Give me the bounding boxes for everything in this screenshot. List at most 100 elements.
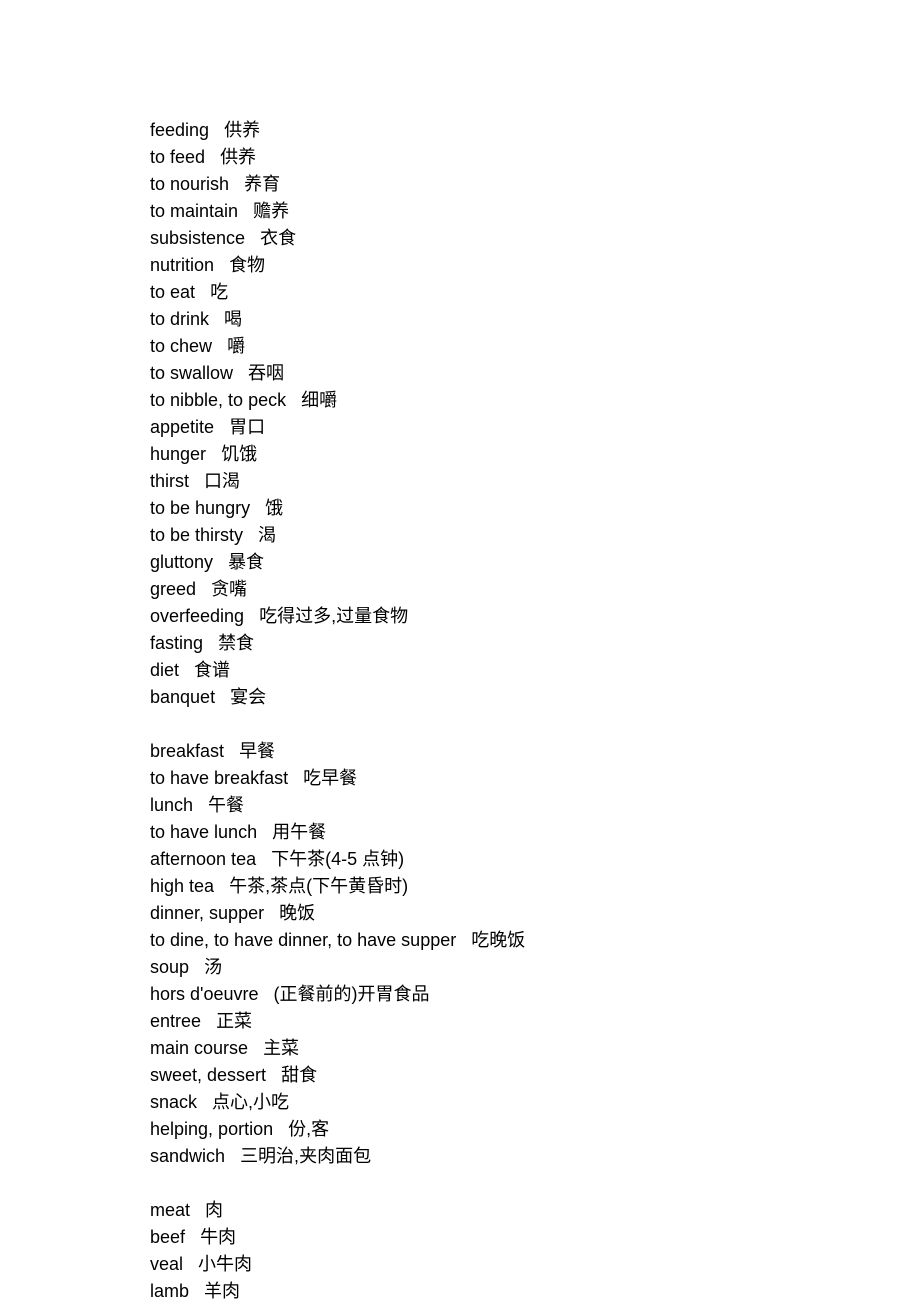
vocab-entry: appetite 胃口 — [150, 414, 920, 441]
vocab-entry: sandwich 三明治,夹肉面包 — [150, 1143, 920, 1170]
english-term: to chew — [150, 336, 212, 356]
vocab-entry: soup 汤 — [150, 954, 920, 981]
vocab-entry: veal 小牛肉 — [150, 1251, 920, 1278]
vocab-entry: main course 主菜 — [150, 1035, 920, 1062]
vocab-entry: to be hungry 饿 — [150, 495, 920, 522]
vocab-entry: thirst 口渴 — [150, 468, 920, 495]
chinese-translation: 肉 — [205, 1200, 223, 1220]
english-term: to eat — [150, 282, 195, 302]
vocab-entry: to have lunch 用午餐 — [150, 819, 920, 846]
english-term: soup — [150, 957, 189, 977]
english-term: breakfast — [150, 741, 224, 761]
english-term: to nibble, to peck — [150, 390, 286, 410]
english-term: snack — [150, 1092, 197, 1112]
section-gap — [150, 711, 920, 738]
english-term: appetite — [150, 417, 214, 437]
vocab-entry: gluttony 暴食 — [150, 549, 920, 576]
vocab-entry: banquet 宴会 — [150, 684, 920, 711]
english-term: sweet, dessert — [150, 1065, 266, 1085]
chinese-translation: 养育 — [244, 174, 280, 194]
english-term: hors d'oeuvre — [150, 984, 259, 1004]
vocab-entry: lamb 羊肉 — [150, 1278, 920, 1305]
english-term: sandwich — [150, 1146, 225, 1166]
english-term: lamb — [150, 1281, 189, 1301]
vocab-entry: high tea 午茶,茶点(下午黄昏时) — [150, 873, 920, 900]
vocab-entry: lunch 午餐 — [150, 792, 920, 819]
vocab-entry: to maintain 赡养 — [150, 198, 920, 225]
english-term: hunger — [150, 444, 206, 464]
chinese-translation: 衣食 — [260, 228, 296, 248]
vocab-entry: diet 食谱 — [150, 657, 920, 684]
chinese-translation: 口渴 — [204, 471, 240, 491]
chinese-translation: 用午餐 — [272, 822, 326, 842]
vocab-entry: to drink 喝 — [150, 306, 920, 333]
vocab-entry: sweet, dessert 甜食 — [150, 1062, 920, 1089]
chinese-translation: 吃 — [210, 282, 228, 302]
vocab-entry: to nourish 养育 — [150, 171, 920, 198]
chinese-translation: 吞咽 — [248, 363, 284, 383]
chinese-translation: 份,客 — [288, 1119, 329, 1139]
chinese-translation: 羊肉 — [204, 1281, 240, 1301]
chinese-translation: 吃早餐 — [303, 768, 357, 788]
chinese-translation: 喝 — [224, 309, 242, 329]
vocab-entry: to nibble, to peck 细嚼 — [150, 387, 920, 414]
vocab-entry: to swallow 吞咽 — [150, 360, 920, 387]
english-term: diet — [150, 660, 179, 680]
chinese-translation: 嚼 — [227, 336, 245, 356]
vocab-entry: afternoon tea 下午茶(4-5 点钟) — [150, 846, 920, 873]
chinese-translation: 宴会 — [230, 687, 266, 707]
chinese-translation: 供养 — [220, 147, 256, 167]
chinese-translation: 暴食 — [228, 552, 264, 572]
vocab-entry: overfeeding 吃得过多,过量食物 — [150, 603, 920, 630]
vocab-entry: helping, portion 份,客 — [150, 1116, 920, 1143]
english-term: afternoon tea — [150, 849, 256, 869]
vocab-entry: hunger 饥饿 — [150, 441, 920, 468]
vocab-entry: feeding 供养 — [150, 117, 920, 144]
chinese-translation: 饥饿 — [221, 444, 257, 464]
chinese-translation: 吃得过多,过量食物 — [259, 606, 408, 626]
vocab-entry: meat 肉 — [150, 1197, 920, 1224]
chinese-translation: 供养 — [224, 120, 260, 140]
chinese-translation: 食谱 — [194, 660, 230, 680]
vocab-entry: subsistence 衣食 — [150, 225, 920, 252]
vocab-entry: entree 正菜 — [150, 1008, 920, 1035]
chinese-translation: 饿 — [265, 498, 283, 518]
chinese-translation: 汤 — [204, 957, 222, 977]
english-term: overfeeding — [150, 606, 244, 626]
vocab-entry: to dine, to have dinner, to have supper … — [150, 927, 920, 954]
vocab-entry: fasting 禁食 — [150, 630, 920, 657]
chinese-translation: 食物 — [229, 255, 265, 275]
english-term: entree — [150, 1011, 201, 1031]
vocab-entry: to feed 供养 — [150, 144, 920, 171]
english-term: greed — [150, 579, 196, 599]
english-term: gluttony — [150, 552, 213, 572]
english-term: to nourish — [150, 174, 229, 194]
vocab-entry: hors d'oeuvre (正餐前的)开胃食品 — [150, 981, 920, 1008]
chinese-translation: 胃口 — [229, 417, 265, 437]
vocab-entry: beef 牛肉 — [150, 1224, 920, 1251]
english-term: to swallow — [150, 363, 233, 383]
chinese-translation: 禁食 — [218, 633, 254, 653]
english-term: to have breakfast — [150, 768, 288, 788]
english-term: to be thirsty — [150, 525, 243, 545]
vocab-entry: to chew 嚼 — [150, 333, 920, 360]
english-term: meat — [150, 1200, 190, 1220]
vocab-entry: to be thirsty 渴 — [150, 522, 920, 549]
vocab-entry: to eat 吃 — [150, 279, 920, 306]
section-gap — [150, 1170, 920, 1197]
english-term: thirst — [150, 471, 189, 491]
english-term: fasting — [150, 633, 203, 653]
chinese-translation: 贪嘴 — [211, 579, 247, 599]
chinese-translation: 细嚼 — [301, 390, 337, 410]
vocab-entry: nutrition 食物 — [150, 252, 920, 279]
english-term: to be hungry — [150, 498, 250, 518]
chinese-translation: 下午茶(4-5 点钟) — [271, 849, 404, 869]
english-term: feeding — [150, 120, 209, 140]
vocab-entry: snack 点心,小吃 — [150, 1089, 920, 1116]
english-term: nutrition — [150, 255, 214, 275]
english-term: high tea — [150, 876, 214, 896]
chinese-translation: 三明治,夹肉面包 — [240, 1146, 371, 1166]
english-term: beef — [150, 1227, 185, 1247]
english-term: to drink — [150, 309, 209, 329]
vocabulary-page: feeding 供养to feed 供养to nourish 养育to main… — [0, 0, 920, 1305]
